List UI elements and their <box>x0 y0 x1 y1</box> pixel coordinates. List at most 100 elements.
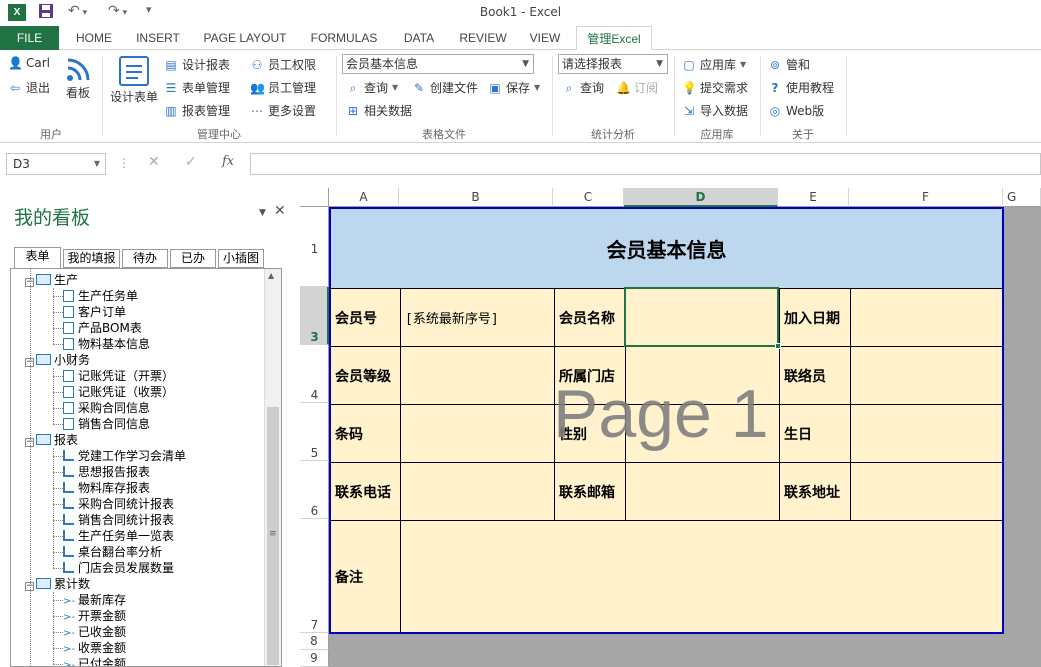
col-header-g[interactable]: G <box>1003 188 1041 207</box>
tree-folder[interactable]: − 生产 <box>25 272 78 288</box>
cancel-icon[interactable]: ✕ <box>148 154 160 170</box>
tree-item[interactable]: 物料库存报表 <box>63 480 150 496</box>
tab-formulas[interactable]: FORMULAS <box>302 26 386 50</box>
form-label-cell[interactable]: 会员号 <box>331 289 401 347</box>
row-header-7[interactable]: 7 <box>300 519 329 633</box>
form-input-cell[interactable] <box>626 463 780 521</box>
row-header-6[interactable]: 6 <box>300 461 329 519</box>
tree-folder[interactable]: − 累计数 <box>25 576 90 592</box>
row-header-1-2[interactable]: 1 2 <box>300 207 329 314</box>
form-input-cell[interactable] <box>851 405 1002 463</box>
form-label-cell[interactable]: 生日 <box>780 405 851 463</box>
form-label-cell[interactable]: 条码 <box>331 405 401 463</box>
pane-options-icon[interactable]: ▼ <box>259 208 266 218</box>
official-site-button[interactable]: ⊚ 管和 <box>768 56 810 73</box>
submit-request-button[interactable]: 💡 提交需求 <box>682 79 748 96</box>
tree-item[interactable]: 产品BOM表 <box>63 320 142 336</box>
form-input-cell[interactable] <box>401 405 555 463</box>
file-select[interactable]: 会员基本信息 ▼ <box>342 54 534 74</box>
user-button[interactable]: 👤 Carl <box>8 56 50 70</box>
row-header-8[interactable]: 8 <box>300 633 329 650</box>
vertical-scrollbar[interactable]: ▲ ≡ <box>264 269 281 666</box>
tab-view[interactable]: VIEW <box>522 26 568 50</box>
tab-home[interactable]: HOME <box>66 26 122 50</box>
emp-mgmt-button[interactable]: 👥 员工管理 <box>250 79 316 96</box>
import-data-button[interactable]: ⇲ 导入数据 <box>682 102 748 119</box>
tree-item[interactable]: >- 开票金额 <box>63 608 126 624</box>
tab-manage-excel[interactable]: 管理Excel <box>576 26 652 51</box>
form-input-cell[interactable] <box>851 463 1002 521</box>
tree-item[interactable]: >- 收票金额 <box>63 640 126 656</box>
pane-tab-my-entries[interactable]: 我的填报 <box>63 249 120 268</box>
form-label-cell[interactable]: 联系邮箱 <box>555 463 626 521</box>
pane-tab-todo[interactable]: 待办 <box>122 249 168 268</box>
form-label-cell[interactable]: 联系地址 <box>780 463 851 521</box>
board-button[interactable]: 看板 <box>62 56 94 101</box>
design-report-button[interactable]: ▤ 设计报表 <box>164 56 230 73</box>
enter-icon[interactable]: ✓ <box>185 154 197 170</box>
related-data-button[interactable]: ⊞ 相关数据 <box>346 102 412 119</box>
form-label-cell[interactable]: 会员等级 <box>331 347 401 405</box>
tree-item[interactable]: 物料基本信息 <box>63 336 150 352</box>
web-version-button[interactable]: ◎ Web版 <box>768 102 824 119</box>
remarks-input-cell[interactable] <box>401 521 1002 632</box>
form-label-cell[interactable]: 会员名称 <box>555 289 626 347</box>
tree-folder[interactable]: − 小财务 <box>25 352 90 368</box>
pane-tab-forms[interactable]: 表单 <box>14 247 61 268</box>
more-settings-button[interactable]: ⋯ 更多设置 <box>250 102 316 119</box>
col-header-b[interactable]: B <box>399 188 553 207</box>
tab-insert[interactable]: INSERT <box>128 26 188 50</box>
stats-query-button[interactable]: ⌕ 查询 <box>562 79 604 96</box>
form-mgmt-button[interactable]: ☰ 表单管理 <box>164 79 230 96</box>
scroll-up-icon[interactable]: ▲ <box>268 271 274 280</box>
tree-item[interactable]: 客户订单 <box>63 304 126 320</box>
form-label-cell[interactable]: 备注 <box>331 521 401 632</box>
tree-item[interactable]: 销售合同信息 <box>63 416 150 432</box>
tab-review[interactable]: REVIEW <box>452 26 514 50</box>
form-input-cell[interactable] <box>401 463 555 521</box>
col-header-c[interactable]: C <box>553 188 624 207</box>
pane-tab-widgets[interactable]: 小插图 <box>218 249 264 268</box>
row-header-5[interactable]: 5 <box>300 403 329 461</box>
form-label-cell[interactable]: 联系电话 <box>331 463 401 521</box>
logout-button[interactable]: ⇦ 退出 <box>8 79 50 96</box>
create-file-button[interactable]: ✎ 创建文件 <box>412 79 478 96</box>
tree-item[interactable]: 党建工作学习会清单 <box>63 448 186 464</box>
tree-item[interactable]: >- 已收金额 <box>63 624 126 640</box>
insert-function-icon[interactable]: fx <box>222 154 234 169</box>
worksheet[interactable]: A B C D E F G 1 2 3 4 5 6 7 8 9 会员基本信息 会… <box>300 188 1041 667</box>
form-label-cell[interactable]: 联络员 <box>780 347 851 405</box>
row-header-3[interactable]: 3 <box>300 287 329 345</box>
tab-page-layout[interactable]: PAGE LAYOUT <box>196 26 294 50</box>
query-button[interactable]: ⌕ 查询 ▼ <box>346 79 399 96</box>
app-store-button[interactable]: ▢ 应用库 ▼ <box>682 56 746 73</box>
tutorial-button[interactable]: ? 使用教程 <box>768 79 835 96</box>
tree-item[interactable]: 记账凭证（开票） <box>63 368 174 384</box>
form-input-cell[interactable] <box>851 347 1002 405</box>
tree-item[interactable]: 生产任务单 <box>63 288 138 304</box>
tree-item[interactable]: 采购合同信息 <box>63 400 150 416</box>
form-input-cell[interactable] <box>401 347 555 405</box>
tree-item[interactable]: 门店会员发展数量 <box>63 560 174 576</box>
tree-item[interactable]: 生产任务单一览表 <box>63 528 174 544</box>
col-header-f[interactable]: F <box>849 188 1003 207</box>
emp-perm-button[interactable]: ⚇ 员工权限 <box>250 56 316 73</box>
fill-handle[interactable] <box>775 343 781 349</box>
tree-item[interactable]: 销售合同统计报表 <box>63 512 174 528</box>
active-cell-d3[interactable] <box>624 287 779 347</box>
report-select[interactable]: 请选择报表 ▼ <box>558 54 668 74</box>
report-mgmt-button[interactable]: ▥ 报表管理 <box>164 102 230 119</box>
tree-folder[interactable]: − 报表 <box>25 432 78 448</box>
row-header-9[interactable]: 9 <box>300 650 329 667</box>
tree-item[interactable]: 记账凭证（收票） <box>63 384 174 400</box>
close-icon[interactable]: ✕ <box>274 203 286 219</box>
form-input-cell[interactable] <box>851 289 1002 347</box>
col-header-e[interactable]: E <box>778 188 849 207</box>
col-header-a[interactable]: A <box>329 188 399 207</box>
select-all-corner[interactable] <box>300 188 329 207</box>
subscribe-button[interactable]: 🔔 订阅 <box>616 79 658 96</box>
save-file-button[interactable]: ▣ 保存 ▼ <box>488 79 540 96</box>
col-header-d[interactable]: D <box>624 188 778 207</box>
tree-item[interactable]: 桌台翻台率分析 <box>63 544 162 560</box>
tab-file[interactable]: FILE <box>0 26 59 50</box>
